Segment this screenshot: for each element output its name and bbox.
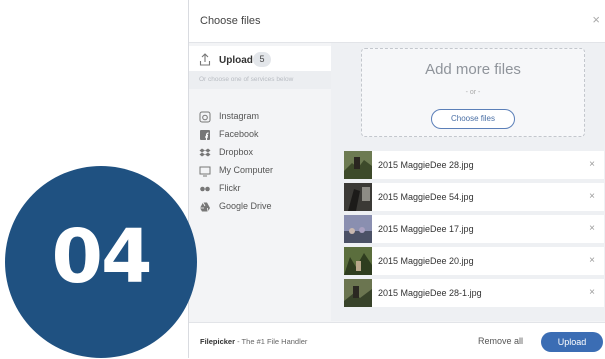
computer-icon — [199, 166, 211, 177]
facebook-icon — [200, 130, 210, 140]
file-row: 2015 MaggieDee 28-1.jpg × — [344, 279, 604, 307]
file-row: 2015 MaggieDee 20.jpg × — [344, 247, 604, 275]
brand-tagline: - The #1 File Handler — [235, 337, 308, 346]
remove-file-icon[interactable]: × — [589, 191, 595, 202]
screenshot: Choose files × Upload 5 Or choose one of… — [0, 0, 605, 359]
file-name: 2015 MaggieDee 28-1.jpg — [378, 288, 482, 298]
google-drive-icon — [200, 202, 210, 212]
remove-all-button[interactable]: Remove all — [478, 336, 523, 346]
file-row: 2015 MaggieDee 28.jpg × — [344, 151, 604, 179]
instagram-icon — [199, 111, 211, 123]
file-thumbnail — [344, 151, 372, 179]
brand-name: Filepicker — [200, 337, 236, 346]
file-thumbnail — [344, 247, 372, 275]
remove-file-icon[interactable]: × — [589, 223, 595, 234]
sidebar-item-label: Upload — [219, 55, 253, 66]
file-name: 2015 MaggieDee 54.jpg — [378, 192, 474, 202]
upload-icon — [199, 53, 211, 66]
sidebar-item-label: My Computer — [219, 165, 274, 175]
close-icon[interactable]: × — [592, 12, 600, 27]
file-row: 2015 MaggieDee 17.jpg × — [344, 215, 604, 243]
step-number-badge: 04 — [5, 166, 197, 358]
dropzone-title: Add more files — [425, 61, 521, 78]
file-thumbnail — [344, 279, 372, 307]
sidebar-item-dropbox[interactable]: Dropbox — [199, 145, 329, 161]
choose-files-button[interactable]: Choose files — [431, 109, 515, 129]
file-thumbnail — [344, 183, 372, 211]
sidebar-item-google-drive[interactable]: Google Drive — [199, 199, 329, 215]
sidebar-item-label: Google Drive — [219, 201, 272, 211]
sidebar-item-label: Flickr — [219, 183, 241, 193]
file-row: 2015 MaggieDee 54.jpg × — [344, 183, 604, 211]
upload-count-badge: 5 — [253, 52, 271, 67]
sidebar: Upload 5 Or choose one of services below… — [189, 43, 331, 321]
remove-file-icon[interactable]: × — [589, 159, 595, 170]
file-name: 2015 MaggieDee 28.jpg — [378, 160, 474, 170]
dropzone-or: - or - — [465, 89, 481, 96]
file-name: 2015 MaggieDee 20.jpg — [378, 256, 474, 266]
remove-file-icon[interactable]: × — [589, 255, 595, 266]
upload-button[interactable]: Upload — [541, 332, 603, 352]
remove-file-icon[interactable]: × — [589, 287, 595, 298]
file-thumbnail — [344, 215, 372, 243]
step-number: 04 — [51, 214, 153, 300]
sidebar-item-upload[interactable]: Upload 5 — [189, 46, 331, 74]
dialog-header: Choose files × — [189, 0, 605, 43]
dropzone[interactable]: Add more files - or - Choose files — [361, 48, 585, 137]
sidebar-item-flickr[interactable]: Flickr — [199, 181, 329, 197]
dropbox-icon — [199, 148, 211, 157]
file-name: 2015 MaggieDee 17.jpg — [378, 224, 474, 234]
main-panel: Add more files - or - Choose files 2015 … — [331, 43, 605, 321]
footer-brand: Filepicker - The #1 File Handler — [200, 337, 307, 346]
sidebar-item-my-computer[interactable]: My Computer — [199, 163, 329, 179]
sidebar-item-label: Facebook — [219, 129, 259, 139]
services-hint: Or choose one of services below — [199, 76, 294, 83]
dialog-title: Choose files — [200, 15, 261, 27]
sidebar-item-label: Dropbox — [219, 147, 254, 157]
sidebar-item-facebook[interactable]: Facebook — [199, 127, 329, 143]
flickr-icon — [200, 186, 210, 192]
dialog-footer: Filepicker - The #1 File Handler Remove … — [189, 322, 605, 359]
sidebar-item-label: Instagram — [219, 111, 260, 121]
file-picker-dialog: Choose files × Upload 5 Or choose one of… — [188, 0, 605, 359]
sidebar-item-instagram[interactable]: Instagram — [199, 109, 329, 125]
